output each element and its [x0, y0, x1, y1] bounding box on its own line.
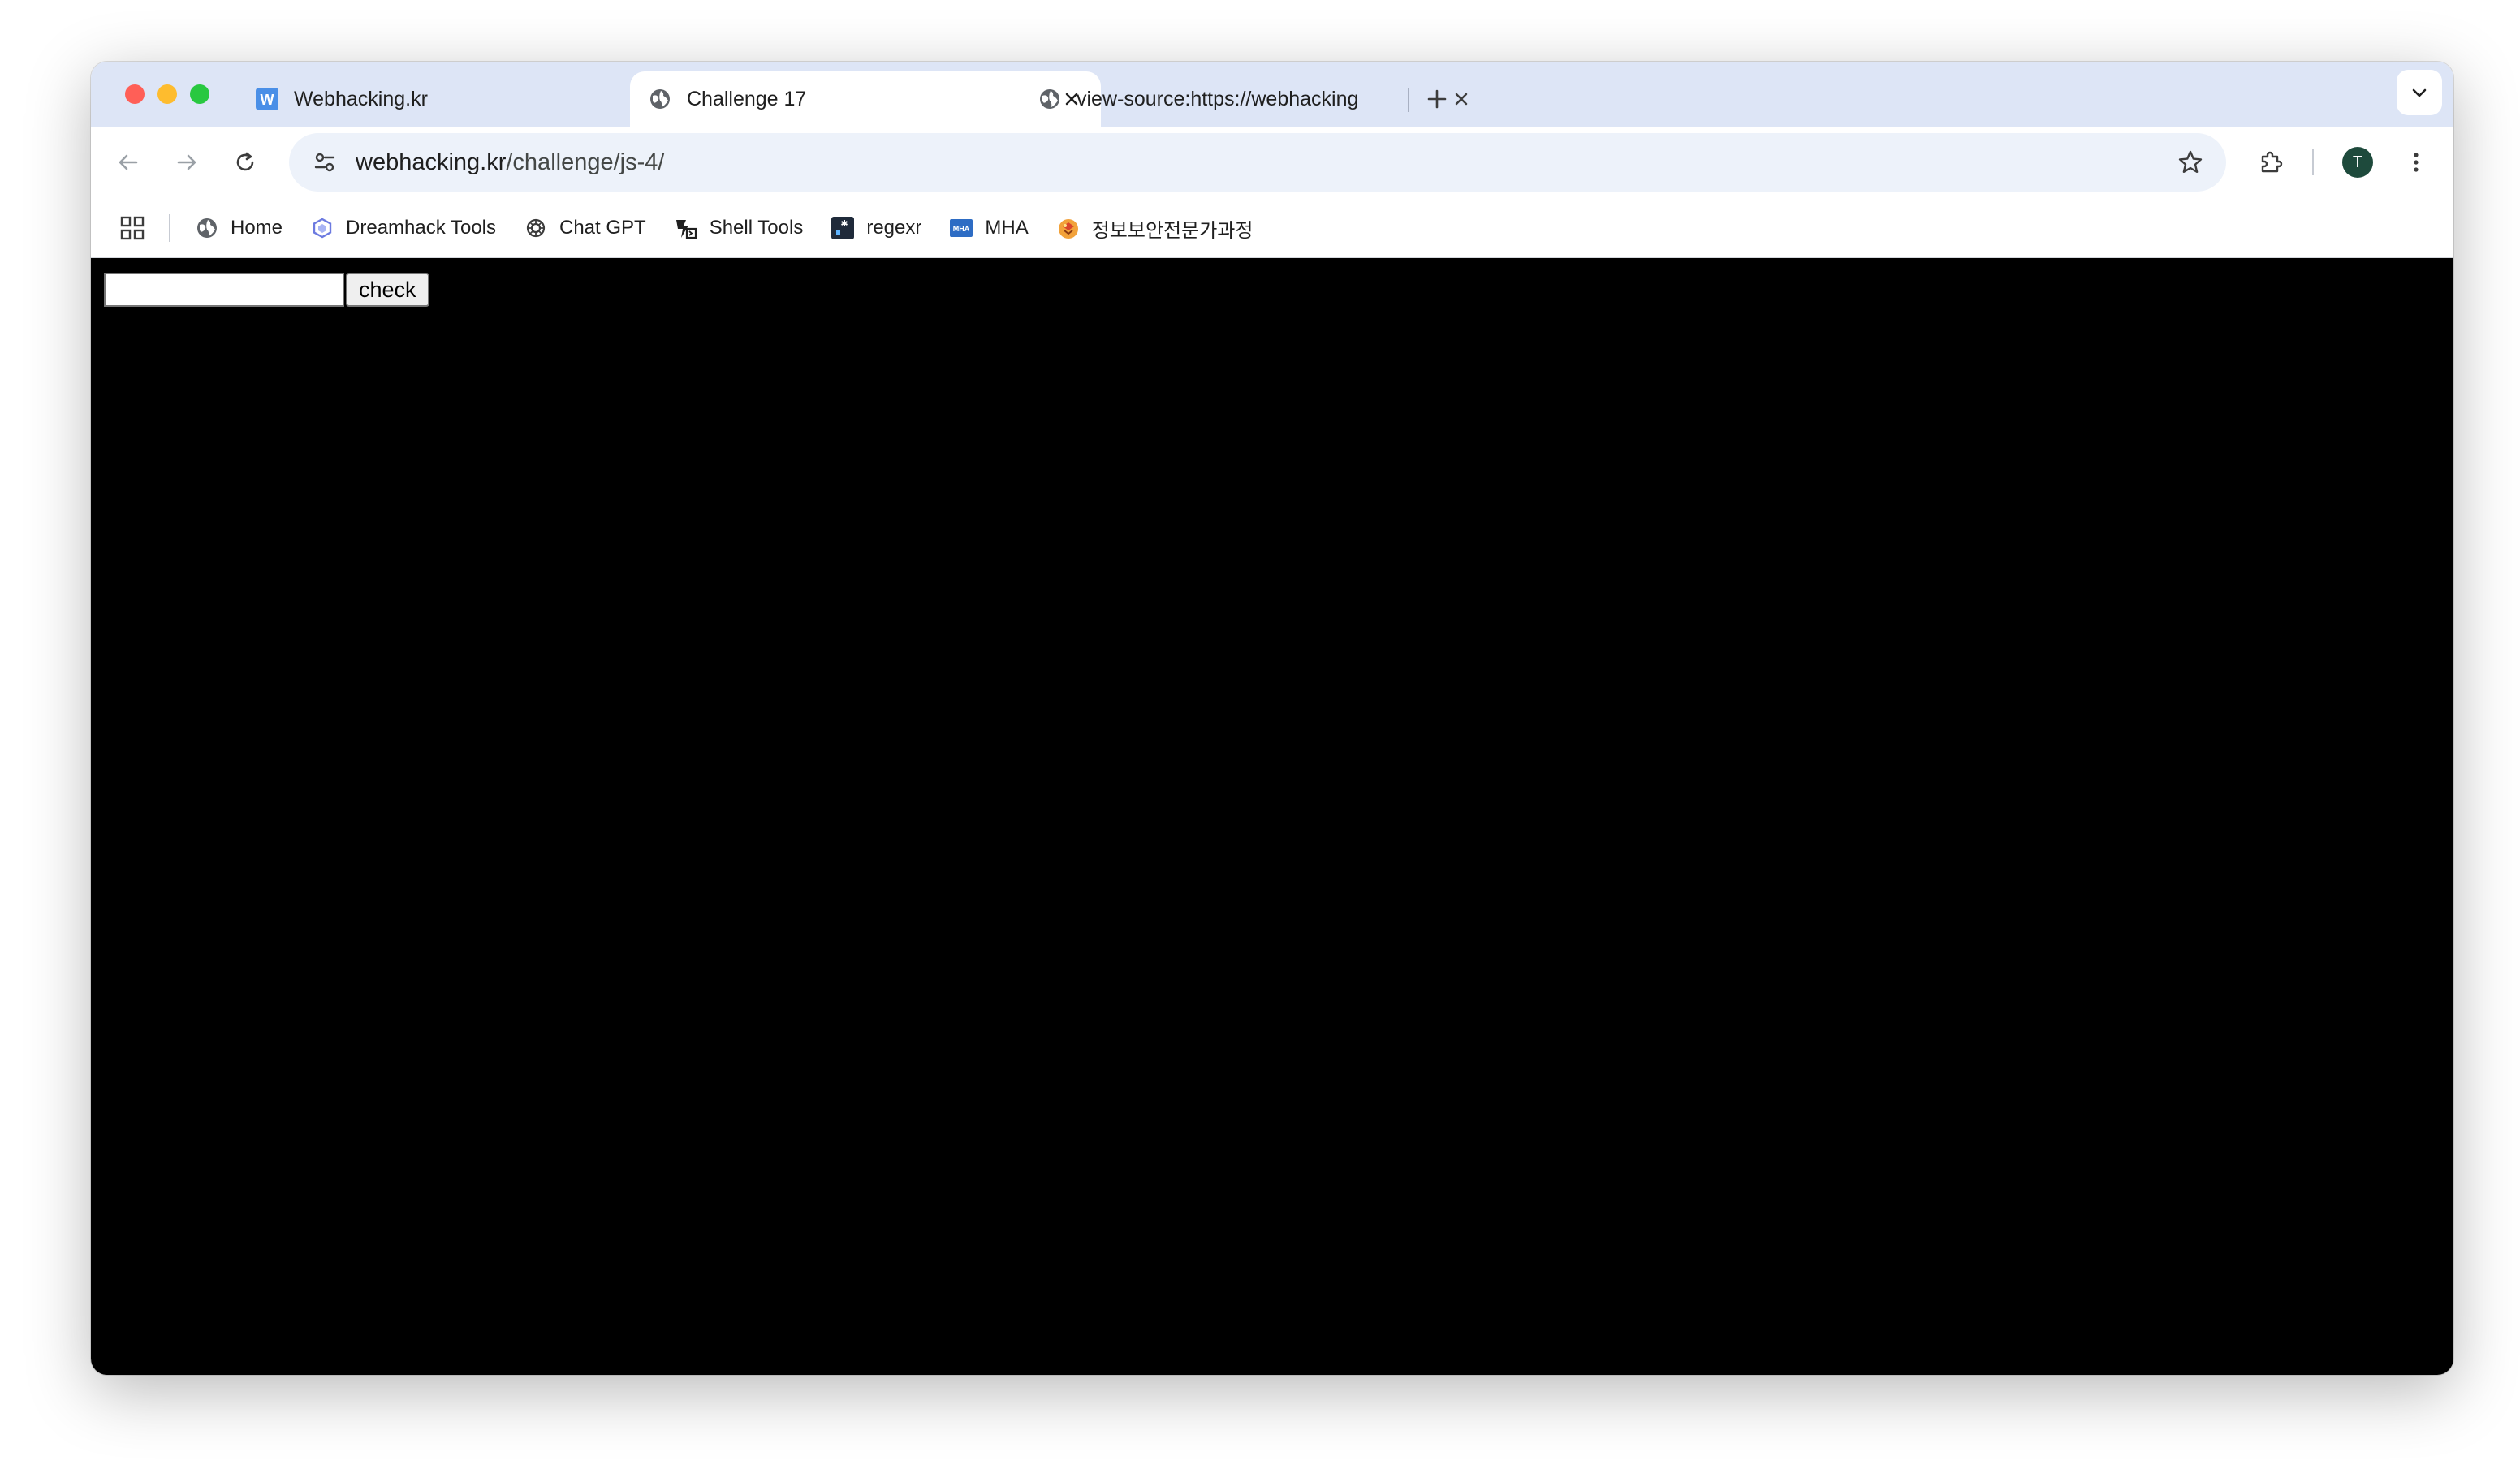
dreamhack-icon: [310, 216, 334, 240]
window-maximize-button[interactable]: [190, 84, 209, 104]
url-host: webhacking.kr: [356, 149, 507, 175]
url-text[interactable]: webhacking.kr/challenge/js-4/: [356, 149, 2173, 176]
tab-title: Webhacking.kr: [294, 87, 428, 110]
window-minimize-button[interactable]: [158, 84, 177, 104]
tab-strip: W Webhacking.kr Challenge 17 view-source…: [91, 62, 2453, 127]
tab-title: Challenge 17: [687, 87, 807, 110]
bookmark-mha[interactable]: MHA MHA: [949, 216, 1029, 240]
mha-icon: MHA: [949, 216, 973, 240]
window-close-button[interactable]: [125, 84, 145, 104]
address-bar[interactable]: webhacking.kr/challenge/js-4/: [289, 133, 2226, 192]
bookmark-chat-gpt[interactable]: Chat GPT: [524, 216, 646, 240]
reload-button[interactable]: [226, 143, 265, 182]
toolbar: webhacking.kr/challenge/js-4/ T: [91, 127, 2453, 198]
tab-separator: [1408, 88, 1409, 112]
extensions-button[interactable]: [2252, 143, 2291, 182]
kebab-menu-icon: [2414, 153, 2419, 172]
puzzle-icon: [2261, 151, 2283, 173]
profile-button[interactable]: T: [2338, 143, 2377, 182]
plus-icon: [1427, 89, 1447, 109]
check-button[interactable]: check: [346, 273, 429, 307]
bookmark-label: Shell Tools: [709, 217, 804, 239]
regexr-icon: [831, 216, 855, 240]
bookmark-label: Chat GPT: [559, 217, 646, 239]
back-button[interactable]: [109, 143, 148, 182]
avatar: T: [2342, 147, 2373, 178]
chevron-down-icon: [2412, 88, 2427, 97]
webhacking-w-icon: W: [255, 87, 279, 111]
globe-icon: [195, 216, 219, 240]
arrow-left-icon: [119, 154, 138, 170]
svg-text:MHA: MHA: [953, 225, 970, 233]
bookmarks-list: Home Dreamhack Tools Chat GPT Shell Tool…: [195, 198, 1280, 258]
tab-search-button[interactable]: [2397, 70, 2442, 115]
new-tab-button[interactable]: [1419, 81, 1455, 117]
arrow-right-icon: [177, 154, 196, 170]
bookmark-security-course[interactable]: 정보보안전문가과정: [1056, 214, 1254, 243]
answer-form: check: [104, 273, 429, 307]
bookmark-regexr[interactable]: regexr: [831, 216, 921, 240]
url-path: /challenge/js-4/: [506, 149, 665, 175]
bookmark-label: Home: [231, 217, 283, 239]
bookmarks-bar: Home Dreamhack Tools Chat GPT Shell Tool…: [91, 198, 2453, 258]
toolbar-divider: [2312, 149, 2314, 175]
tab-title: view-source:https://webhacking: [1077, 87, 1359, 110]
menu-button[interactable]: [2397, 143, 2436, 182]
globe-icon: [648, 87, 672, 111]
answer-input[interactable]: [104, 273, 344, 307]
browser-window: W Webhacking.kr Challenge 17 view-source…: [91, 62, 2453, 1375]
bookmark-star-icon[interactable]: [2173, 144, 2208, 180]
bookmark-label: 정보보안전문가과정: [1091, 219, 1254, 242]
bookmark-dreamhack-tools[interactable]: Dreamhack Tools: [310, 216, 496, 240]
bookmark-label: regexr: [866, 217, 922, 239]
bookmark-label: Dreamhack Tools: [346, 217, 496, 239]
shell-tools-icon: [674, 216, 698, 240]
bookmark-home[interactable]: Home: [195, 216, 283, 240]
forward-button[interactable]: [167, 143, 206, 182]
bookmarks-divider: [169, 214, 170, 242]
reload-icon: [236, 152, 254, 171]
site-info-icon[interactable]: [309, 146, 341, 179]
globe-icon: [1038, 87, 1062, 111]
svg-text:W: W: [261, 92, 274, 108]
apps-grid-icon[interactable]: [119, 214, 146, 242]
openai-icon: [524, 216, 548, 240]
course-icon: [1056, 216, 1081, 240]
bookmark-label: MHA: [985, 217, 1029, 239]
page-content: check: [91, 258, 2453, 1375]
bookmark-shell-tools[interactable]: Shell Tools: [674, 216, 804, 240]
